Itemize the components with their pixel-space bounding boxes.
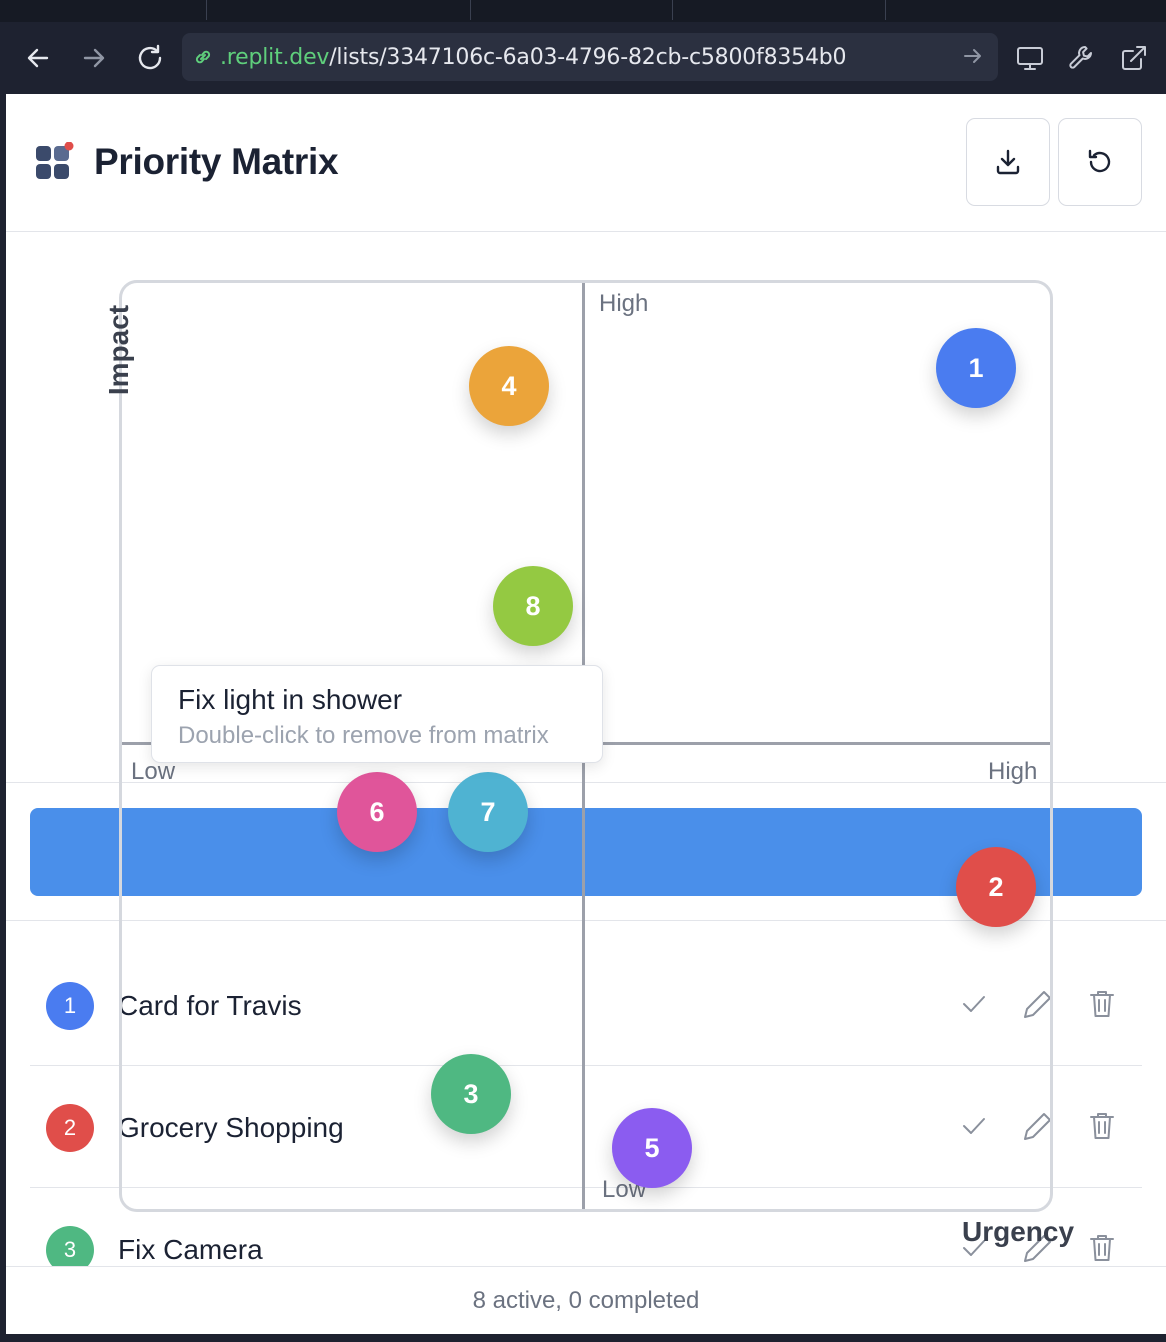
- reset-button[interactable]: [1058, 118, 1142, 206]
- tab-separator: [470, 0, 471, 20]
- impact-high-label: High: [599, 290, 649, 317]
- url-host: .replit.dev: [220, 44, 330, 70]
- tooltip-hint: Double-click to remove from matrix: [178, 722, 549, 749]
- urgency-high-label: High: [988, 758, 1038, 785]
- task-bubble-4[interactable]: 4: [469, 346, 549, 426]
- task-label: Fix Camera: [118, 1234, 263, 1265]
- trash-icon[interactable]: [1084, 1230, 1120, 1266]
- task-bubble-1[interactable]: 1: [936, 328, 1016, 408]
- trash-icon[interactable]: [1084, 986, 1120, 1022]
- browser-toolbar: .replit.dev/lists/3347106c-6a03-4796-82c…: [0, 22, 1166, 94]
- app-header: Priority Matrix: [6, 94, 1166, 232]
- task-number-badge: 2: [46, 1104, 94, 1152]
- tab-separator: [672, 0, 673, 20]
- tab-separator: [206, 0, 207, 20]
- task-bubble-3[interactable]: 3: [431, 1054, 511, 1134]
- tooltip-title: Fix light in shower: [178, 684, 403, 715]
- url-path: /lists/3347106c-6a03-4796-82cb-c5800f835…: [329, 44, 847, 70]
- open-external-icon[interactable]: [1116, 40, 1152, 76]
- task-bubble-2[interactable]: 2: [956, 847, 1036, 927]
- trash-icon[interactable]: [1084, 1108, 1120, 1144]
- status-text: 8 active, 0 completed: [472, 1286, 700, 1314]
- undo-icon: [1085, 147, 1115, 177]
- grid-logo-icon: [34, 141, 74, 182]
- address-bar[interactable]: .replit.dev/lists/3347106c-6a03-4796-82c…: [182, 33, 998, 81]
- go-arrow-icon[interactable]: [962, 45, 984, 72]
- browser-tab-strip: [0, 0, 1166, 22]
- status-footer: 8 active, 0 completed: [6, 1266, 1166, 1334]
- forward-arrow-icon[interactable]: [76, 40, 112, 76]
- task-bubble-8[interactable]: 8: [493, 566, 573, 646]
- urgency-axis-label: Urgency: [962, 1216, 1075, 1247]
- page-title: Priority Matrix: [94, 141, 339, 182]
- task-bubble-5[interactable]: 5: [612, 1108, 692, 1188]
- app-page: Priority Matrix 1 Card for Travis 2 Groc…: [6, 94, 1166, 1334]
- task-bubble-6[interactable]: 6: [337, 772, 417, 852]
- back-arrow-icon[interactable]: [20, 40, 56, 76]
- wrench-icon[interactable]: [1064, 40, 1100, 76]
- task-bubble-7[interactable]: 7: [448, 772, 528, 852]
- download-button[interactable]: [966, 118, 1050, 206]
- tab-separator: [885, 0, 886, 20]
- reload-icon[interactable]: [132, 40, 168, 76]
- impact-axis-label: Impact: [103, 304, 134, 396]
- link-icon: [192, 46, 214, 68]
- monitor-icon[interactable]: [1012, 40, 1048, 76]
- url-text: .replit.dev/lists/3347106c-6a03-4796-82c…: [220, 44, 847, 70]
- download-icon: [993, 147, 1023, 177]
- task-number-badge: 1: [46, 982, 94, 1030]
- bubble-tooltip: Fix light in shower Double-click to remo…: [151, 665, 603, 763]
